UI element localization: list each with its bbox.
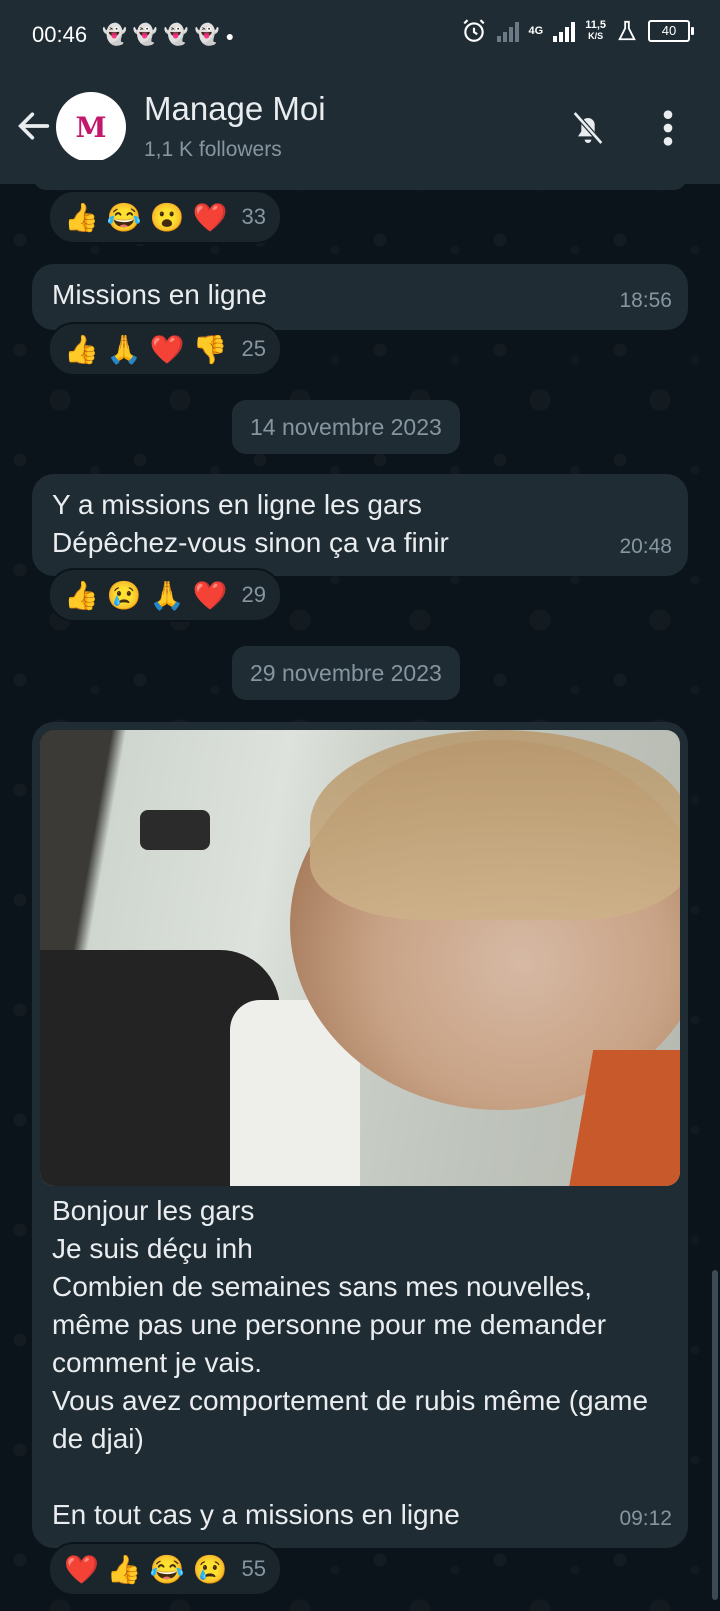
message-bubble-previous[interactable] <box>32 160 688 190</box>
message-text: Missions en ligne <box>52 279 267 310</box>
snapchat-icon: 👻 <box>163 24 195 46</box>
reaction-emoji: ❤️ <box>192 579 228 611</box>
message-text: Bonjour les gars Je suis déçu inh Combie… <box>52 1195 649 1530</box>
reaction-emoji: 😢 <box>192 1553 228 1585</box>
network-speed-value: 11,5 <box>585 19 606 31</box>
followers-count: 1,1 K followers <box>144 138 282 161</box>
reactions-bar[interactable]: 👍 😢 🙏 ❤️ 29 <box>48 568 282 622</box>
snapchat-icon: 👻 <box>194 24 226 46</box>
status-bar: 00:46 👻👻👻👻● 4G 11,5 K/S 40 <box>0 0 720 72</box>
message-time: 20:48 <box>619 535 672 558</box>
reaction-count: 55 <box>241 1556 266 1581</box>
reaction-emoji: 😂 <box>149 1553 185 1585</box>
channel-avatar[interactable]: M <box>56 92 126 162</box>
reaction-count: 29 <box>241 582 266 607</box>
signal-icon-sim2 <box>553 20 576 42</box>
status-right-icons: 4G 11,5 K/S 40 <box>461 18 694 44</box>
reaction-emoji: 😢 <box>106 579 142 611</box>
dot-icon: ● <box>225 28 241 44</box>
scrollbar[interactable] <box>712 1270 718 1600</box>
message-bubble[interactable]: Y a missions en ligne les gars Dépêchez-… <box>32 474 688 576</box>
message-text: Y a missions en ligne les gars Dépêchez-… <box>52 489 449 558</box>
network-speed-unit: K/S <box>588 31 604 41</box>
message-photo[interactable] <box>40 730 680 1186</box>
notification-icons: 👻👻👻👻● <box>102 22 240 47</box>
more-options-icon[interactable] <box>658 108 678 148</box>
reaction-emoji: 👍 <box>64 333 99 365</box>
reaction-count: 33 <box>241 204 266 229</box>
signal-icon-sim1 <box>496 20 519 42</box>
reaction-emoji: ❤️ <box>192 201 228 233</box>
reaction-emoji: 👎 <box>192 333 228 365</box>
date-separator: 14 novembre 2023 <box>232 400 460 454</box>
reaction-emoji: 👍 <box>64 201 99 233</box>
snapchat-icon: 👻 <box>132 24 164 46</box>
reactions-bar[interactable]: 👍 🙏 ❤️ 👎 25 <box>48 322 282 376</box>
muted-bell-icon[interactable] <box>568 108 608 148</box>
photo-detail <box>310 730 680 920</box>
reactions-bar[interactable]: 👍 😂 😮 ❤️ 33 <box>48 190 282 244</box>
back-arrow-icon[interactable] <box>14 106 54 146</box>
reaction-emoji: ❤️ <box>149 333 185 365</box>
network-type-label: 4G <box>528 24 544 37</box>
network-speed: 11,5 K/S <box>585 20 606 42</box>
channel-name[interactable]: Manage Moi <box>144 90 326 128</box>
reaction-emoji: 🙏 <box>106 333 142 365</box>
message-time: 18:56 <box>619 289 672 312</box>
reaction-emoji: ❤️ <box>64 1553 99 1585</box>
date-separator: 29 novembre 2023 <box>232 646 460 700</box>
status-time: 00:46 <box>32 22 88 47</box>
channel-logo: M <box>75 110 107 144</box>
photo-detail <box>140 810 210 850</box>
reactions-bar[interactable]: ❤️ 👍 😂 😢 55 <box>48 1542 282 1596</box>
reaction-emoji: 😮 <box>149 201 185 233</box>
reaction-emoji: 🙏 <box>149 579 185 611</box>
flask-icon <box>618 20 636 41</box>
battery-icon: 40 <box>648 20 694 42</box>
message-time: 09:12 <box>619 1507 672 1530</box>
message-bubble[interactable]: Missions en ligne 18:56 <box>32 264 688 330</box>
reaction-emoji: 😂 <box>106 201 142 233</box>
reaction-emoji: 👍 <box>64 579 99 611</box>
reaction-count: 25 <box>241 336 266 361</box>
reaction-emoji: 👍 <box>106 1553 142 1585</box>
alarm-icon <box>462 19 485 42</box>
snapchat-icon: 👻 <box>102 24 133 46</box>
